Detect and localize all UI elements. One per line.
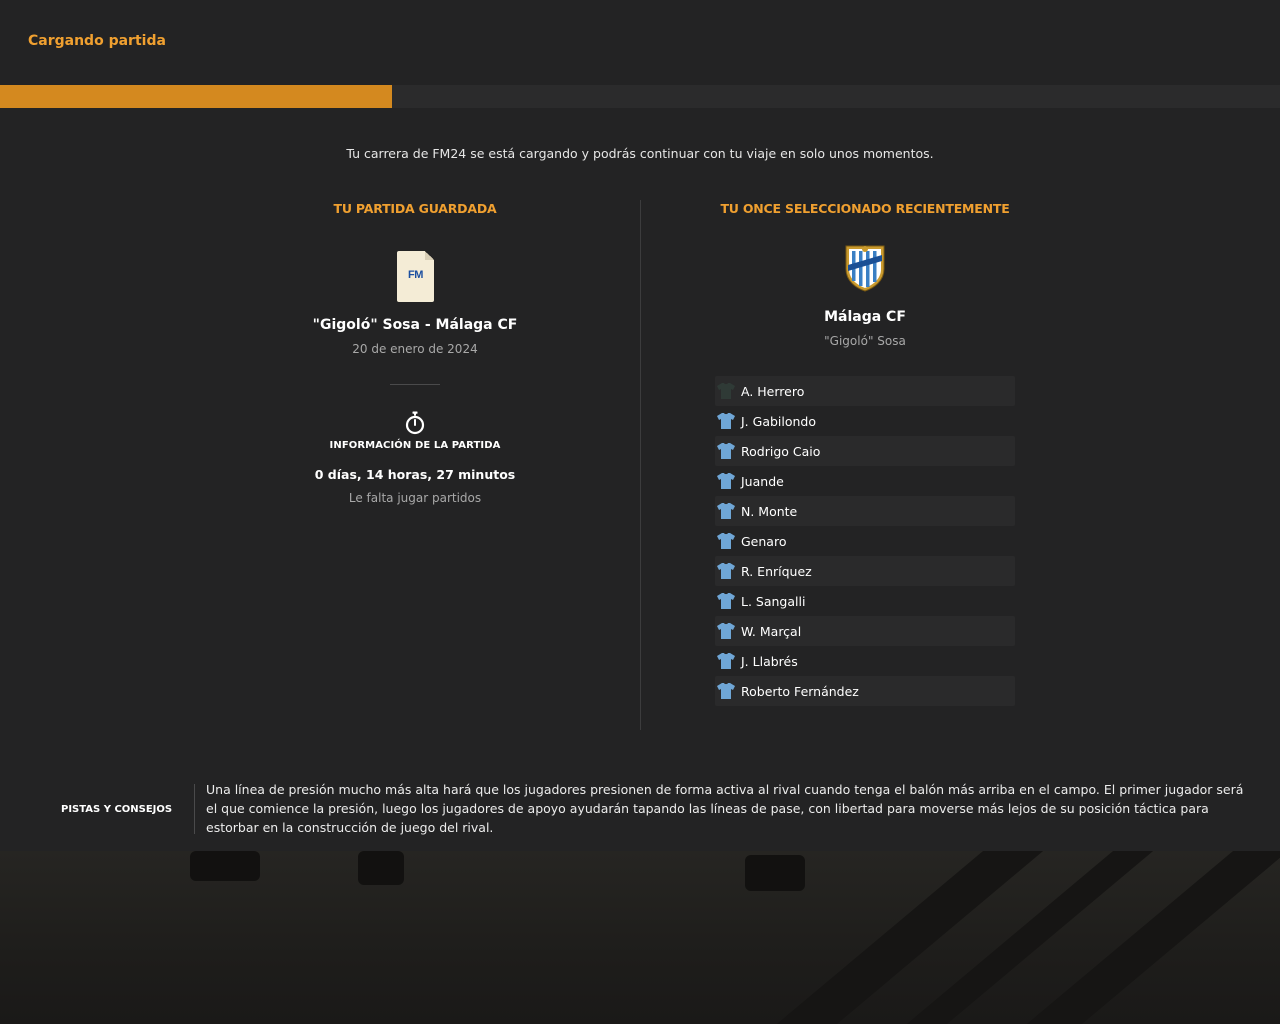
club-crest-icon xyxy=(845,245,885,292)
player-shirt-icon xyxy=(717,533,735,549)
player-name: W. Marçal xyxy=(741,623,802,639)
lineup-section-title: TU ONCE SELECCIONADO RECIENTEMENTE xyxy=(720,201,1010,216)
saved-game-section-title: TU PARTIDA GUARDADA xyxy=(333,201,497,216)
player-shirt-icon xyxy=(717,413,735,429)
player-shirt-icon xyxy=(717,563,735,579)
column-divider xyxy=(640,200,641,730)
stopwatch-icon xyxy=(405,411,425,435)
player-shirt-icon xyxy=(717,473,735,489)
loading-message: Tu carrera de FM24 se está cargando y po… xyxy=(346,146,934,161)
header: Cargando partida xyxy=(0,0,1280,85)
loading-progress-fill xyxy=(0,85,392,108)
goalkeeper-shirt-icon xyxy=(717,383,735,399)
player-shirt-icon xyxy=(717,593,735,609)
player-name: J. Llabrés xyxy=(741,653,798,669)
lineup-player-row: R. Enríquez xyxy=(715,556,1015,586)
tips-divider xyxy=(194,784,195,834)
player-shirt-icon xyxy=(717,443,735,459)
tips-text: Una línea de presión mucho más alta hará… xyxy=(206,782,1244,835)
game-status: Le falta jugar partidos xyxy=(348,491,482,505)
background-stadium-image xyxy=(0,851,1280,1024)
team-name: Málaga CF xyxy=(824,309,906,325)
lineup-player-row: Rodrigo Caio xyxy=(715,436,1015,466)
fm-logo-text: FM xyxy=(408,269,423,281)
player-shirt-icon xyxy=(717,623,735,639)
game-info-title: INFORMACIÓN DE LA PARTIDA xyxy=(329,440,501,451)
section-divider xyxy=(390,384,440,385)
player-name: Rodrigo Caio xyxy=(741,443,821,459)
game-play-time: 0 días, 14 horas, 27 minutos xyxy=(314,467,516,482)
player-name: L. Sangalli xyxy=(741,593,806,609)
lineup-player-row: Roberto Fernández xyxy=(715,676,1015,706)
lineup-player-row: A. Herrero xyxy=(715,376,1015,406)
lineup-player-row: L. Sangalli xyxy=(715,586,1015,616)
player-name: Juande xyxy=(741,473,784,489)
saved-game-name: "Gigoló" Sosa - Málaga CF xyxy=(312,317,518,333)
lineup-player-row: Genaro xyxy=(715,526,1015,556)
manager-name: "Gigoló" Sosa xyxy=(824,334,906,348)
lineup-player-row: W. Marçal xyxy=(715,616,1015,646)
lineup-player-row: J. Gabilondo xyxy=(715,406,1015,436)
lineup-player-row: Juande xyxy=(715,466,1015,496)
player-name: A. Herrero xyxy=(741,383,805,399)
player-name: Genaro xyxy=(741,533,787,549)
player-shirt-icon xyxy=(717,503,735,519)
save-file-icon: FM xyxy=(397,251,434,302)
lineup-list: A. Herrero J. Gabilondo Rodrigo Caio Juande… xyxy=(715,376,1015,706)
player-shirt-icon xyxy=(717,683,735,699)
page-title: Cargando partida xyxy=(28,33,166,49)
tips-label: PISTAS Y CONSEJOS xyxy=(61,804,173,815)
player-name: J. Gabilondo xyxy=(741,413,817,429)
saved-game-date: 20 de enero de 2024 xyxy=(352,342,478,356)
loading-progress-bar xyxy=(0,85,1280,108)
player-name: Roberto Fernández xyxy=(741,683,859,699)
player-name: R. Enríquez xyxy=(741,563,812,579)
player-shirt-icon xyxy=(717,653,735,669)
lineup-player-row: N. Monte xyxy=(715,496,1015,526)
lineup-player-row: J. Llabrés xyxy=(715,646,1015,676)
player-name: N. Monte xyxy=(741,503,798,519)
